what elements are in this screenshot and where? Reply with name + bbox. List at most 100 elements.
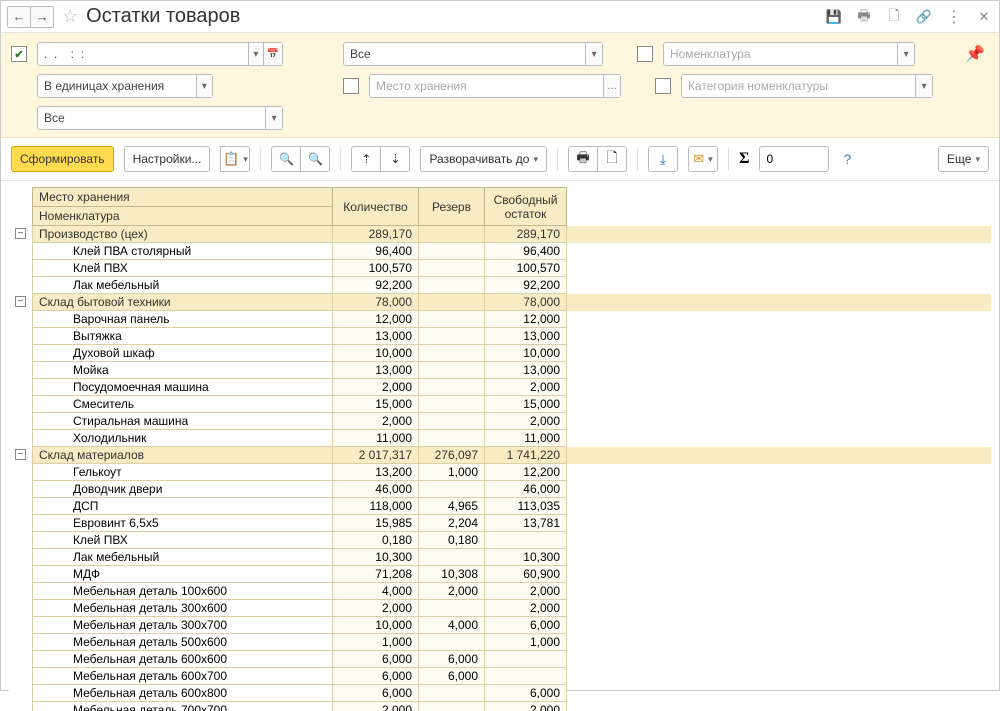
col-qty[interactable]: Количество <box>333 188 419 226</box>
clear-find-button[interactable] <box>300 146 330 172</box>
item-row[interactable]: Мебельная деталь 600х7006,0006,000 <box>9 668 991 685</box>
category-dropdown-icon[interactable]: ▾ <box>915 75 932 97</box>
all2-field[interactable]: ▾ <box>37 106 283 130</box>
row-res <box>419 243 485 260</box>
more-button[interactable]: Еще▾ <box>938 146 989 172</box>
expand-button[interactable] <box>380 146 410 172</box>
all-filter-input[interactable] <box>344 47 585 61</box>
row-free: 1,000 <box>485 634 567 651</box>
item-row[interactable]: Мебельная деталь 600х6006,0006,000 <box>9 651 991 668</box>
row-name: Мебельная деталь 600х600 <box>33 651 333 668</box>
row-name: Гелькоут <box>33 464 333 481</box>
units-field[interactable]: ▾ <box>37 74 213 98</box>
all2-input[interactable] <box>38 111 265 125</box>
item-row[interactable]: Доводчик двери46,00046,000 <box>9 481 991 498</box>
place-checkbox[interactable] <box>343 78 359 94</box>
item-row[interactable]: Вытяжка13,00013,000 <box>9 328 991 345</box>
col-nomen[interactable]: Номенклатура <box>33 207 333 226</box>
nav-back-button[interactable]: ← <box>7 6 31 28</box>
category-field[interactable]: ▾ <box>681 74 933 98</box>
category-input[interactable] <box>682 79 915 93</box>
item-row[interactable]: ДСП118,0004,965113,035 <box>9 498 991 515</box>
save-icon[interactable] <box>825 8 843 25</box>
date-field[interactable]: ▾ 📅 <box>37 42 283 66</box>
item-row[interactable]: Мебельная деталь 600х8006,0006,000 <box>9 685 991 702</box>
all-filter-field[interactable]: ▾ <box>343 42 603 66</box>
item-row[interactable]: Смеситель15,00015,000 <box>9 396 991 413</box>
col-reserve[interactable]: Резерв <box>419 188 485 226</box>
item-row[interactable]: Мебельная деталь 100х6004,0002,0002,000 <box>9 583 991 600</box>
item-row[interactable]: Лак мебельный10,30010,300 <box>9 549 991 566</box>
row-name: Мебельная деталь 300х600 <box>33 600 333 617</box>
item-row[interactable]: Мебельная деталь 300х6002,0002,000 <box>9 600 991 617</box>
nav-forward-button[interactable]: → <box>30 6 54 28</box>
settings-button[interactable]: Настройки... <box>124 146 211 172</box>
row-res <box>419 345 485 362</box>
variants-button[interactable]: ▾ <box>220 146 250 172</box>
favorite-star-icon[interactable]: ☆ <box>62 6 78 27</box>
place-input[interactable] <box>370 79 603 93</box>
find-button[interactable] <box>271 146 301 172</box>
date-filter-checkbox[interactable] <box>11 46 27 62</box>
item-row[interactable]: Клей ПВА столярный96,40096,400 <box>9 243 991 260</box>
all-filter-dropdown-icon[interactable]: ▾ <box>585 43 602 65</box>
row-free: 13,000 <box>485 362 567 379</box>
date-dropdown-icon[interactable]: ▾ <box>248 43 263 65</box>
col-free[interactable]: Свободный остаток <box>485 188 567 226</box>
item-row[interactable]: Лак мебельный92,20092,200 <box>9 277 991 294</box>
report-scroll[interactable]: Место хранения Количество Резерв Свободн… <box>9 187 991 711</box>
nomen-input[interactable] <box>664 47 897 61</box>
row-qty: 46,000 <box>333 481 419 498</box>
group-row[interactable]: −Производство (цех)289,170289,170 <box>9 226 991 243</box>
tree-toggle-icon[interactable]: − <box>15 449 26 460</box>
send-button[interactable]: ▾ <box>688 146 718 172</box>
pin-icon[interactable]: 📌 <box>965 44 989 64</box>
generate-button[interactable]: Сформировать <box>11 146 114 172</box>
row-qty: 6,000 <box>333 651 419 668</box>
close-icon[interactable] <box>975 8 993 25</box>
all2-dropdown-icon[interactable]: ▾ <box>265 107 282 129</box>
col-place[interactable]: Место хранения <box>33 188 333 207</box>
units-input[interactable] <box>38 79 196 93</box>
item-row[interactable]: Евровинт 6,5х515,9852,20413,781 <box>9 515 991 532</box>
item-row[interactable]: Гелькоут13,2001,00012,200 <box>9 464 991 481</box>
item-row[interactable]: Мебельная деталь 500х6001,0001,000 <box>9 634 991 651</box>
item-row[interactable]: Мойка13,00013,000 <box>9 362 991 379</box>
units-dropdown-icon[interactable]: ▾ <box>196 75 212 97</box>
group-row[interactable]: −Склад бытовой техники78,00078,000 <box>9 294 991 311</box>
item-row[interactable]: Мебельная деталь 300х70010,0004,0006,000 <box>9 617 991 634</box>
preview-icon[interactable] <box>885 5 903 29</box>
item-row[interactable]: Холодильник11,00011,000 <box>9 430 991 447</box>
place-more-icon[interactable]: … <box>603 75 620 97</box>
more-icon[interactable] <box>945 7 963 27</box>
item-row[interactable]: Стиральная машина2,0002,000 <box>9 413 991 430</box>
help-icon[interactable]: ? <box>839 151 855 167</box>
calendar-icon[interactable]: 📅 <box>263 43 282 65</box>
date-input[interactable] <box>38 47 248 61</box>
tree-toggle-icon[interactable]: − <box>15 228 26 239</box>
place-field[interactable]: … <box>369 74 621 98</box>
print-icon[interactable] <box>855 5 873 29</box>
print-button[interactable] <box>568 146 598 172</box>
nomen-field[interactable]: ▾ <box>663 42 915 66</box>
item-row[interactable]: МДФ71,20810,30860,900 <box>9 566 991 583</box>
tree-toggle-icon[interactable]: − <box>15 296 26 307</box>
row-qty: 13,000 <box>333 362 419 379</box>
category-checkbox[interactable] <box>655 78 671 94</box>
item-row[interactable]: Варочная панель12,00012,000 <box>9 311 991 328</box>
item-row[interactable]: Посудомоечная машина2,0002,000 <box>9 379 991 396</box>
item-row[interactable]: Мебельная деталь 700х7002,0002,000 <box>9 702 991 711</box>
item-row[interactable]: Клей ПВХ100,570100,570 <box>9 260 991 277</box>
nomen-checkbox[interactable] <box>637 46 653 62</box>
link-icon[interactable] <box>915 8 933 25</box>
print-preview-button[interactable] <box>597 146 627 172</box>
collapse-button[interactable] <box>351 146 381 172</box>
expand-to-button[interactable]: Разворачивать до▾ <box>420 146 547 172</box>
item-row[interactable]: Клей ПВХ0,1800,180 <box>9 532 991 549</box>
sum-field[interactable]: 0 <box>759 146 829 172</box>
titlebar: ← → ☆ Остатки товаров <box>1 1 999 33</box>
item-row[interactable]: Духовой шкаф10,00010,000 <box>9 345 991 362</box>
nomen-dropdown-icon[interactable]: ▾ <box>897 43 914 65</box>
export-button[interactable] <box>648 146 678 172</box>
group-row[interactable]: −Склад материалов2 017,317276,0971 741,2… <box>9 447 991 464</box>
